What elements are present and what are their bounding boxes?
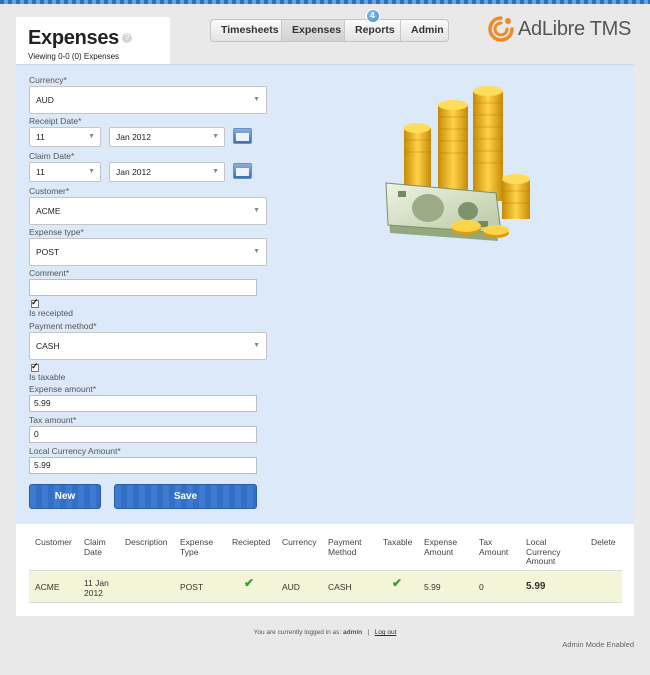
is-receipted-label: Is receipted <box>29 308 73 318</box>
chevron-down-icon: ▼ <box>88 133 95 140</box>
cell-expense-amount: 5.99 <box>424 582 441 592</box>
is-taxable-checkbox[interactable] <box>31 361 39 372</box>
expense-type-label: Expense type* <box>29 227 84 237</box>
chevron-down-icon: ▼ <box>212 168 219 175</box>
reports-count-badge: 4 <box>365 9 380 23</box>
cell-expense-type: POST <box>180 582 204 592</box>
receipt-month-value: Jan 2012 <box>116 132 151 142</box>
claim-calendar-icon[interactable] <box>233 163 252 179</box>
col-delete: Delete <box>591 537 616 547</box>
expense-type-select[interactable]: POST ▼ <box>29 238 267 266</box>
page-title: Expenses <box>28 27 119 49</box>
logout-link[interactable]: Log out <box>375 629 397 636</box>
logged-in-text: You are currently logged in as: <box>253 629 342 636</box>
table-row[interactable]: ACME 11 Jan 2012 POST ✔ AUD CASH ✔ 5.99 … <box>29 570 622 603</box>
customer-select[interactable]: ACME ▼ <box>29 197 267 225</box>
footer-separator: | <box>367 629 370 636</box>
col-tax-amount[interactable]: Tax Amount <box>479 537 513 557</box>
cell-claim-date: 11 Jan 2012 <box>84 578 109 598</box>
page-title-card: Expenses? Viewing 0-0 (0) Expenses <box>16 17 170 65</box>
col-expense-amount[interactable]: Expense Amount <box>424 537 464 557</box>
cell-tax-amount: 0 <box>479 582 484 592</box>
chevron-down-icon: ▼ <box>253 96 260 103</box>
col-description[interactable]: Description <box>125 537 168 548</box>
chevron-down-icon: ▼ <box>88 168 95 175</box>
expense-amount-input[interactable]: 5.99 <box>29 395 257 412</box>
col-taxable[interactable]: Taxable <box>383 537 412 548</box>
is-receipted-checkbox[interactable] <box>31 297 39 308</box>
claim-day-value: 11 <box>36 167 45 177</box>
help-icon[interactable]: ? <box>122 33 132 43</box>
col-claim-date[interactable]: Claim Date <box>84 537 124 557</box>
chevron-down-icon: ▼ <box>253 207 260 214</box>
col-expense-type[interactable]: Expense Type <box>180 537 220 557</box>
taxable-check-icon: ✔ <box>392 576 403 590</box>
logo-text: AdLibre TMS <box>518 18 631 41</box>
receipt-month-select[interactable]: Jan 2012 ▼ <box>109 127 225 147</box>
expenses-table: Customer Claim Date Description Expense … <box>16 524 634 616</box>
receipt-day-value: 11 <box>36 132 45 142</box>
tax-amount-label: Tax amount* <box>29 415 77 425</box>
col-local-amount[interactable]: Local Currency Amount <box>526 537 568 567</box>
payment-method-label: Payment method* <box>29 321 97 331</box>
tab-admin[interactable]: Admin <box>401 20 448 41</box>
receipted-check-icon: ✔ <box>244 576 255 590</box>
chevron-down-icon: ▼ <box>212 133 219 140</box>
claim-day-select[interactable]: 11 ▼ <box>29 162 101 182</box>
expense-form-panel: Currency* AUD ▼ Receipt Date* 11 ▼ Jan 2… <box>16 64 634 524</box>
logo: AdLibre TMS <box>487 15 631 43</box>
cell-customer: ACME <box>35 582 60 592</box>
tab-expenses[interactable]: Expenses <box>282 20 345 41</box>
currency-select[interactable]: AUD ▼ <box>29 86 267 114</box>
claim-date-row: 11 ▼ Jan 2012 ▼ <box>29 162 279 184</box>
viewing-count: Viewing 0-0 (0) Expenses <box>28 52 120 61</box>
receipt-calendar-icon[interactable] <box>233 128 252 144</box>
col-customer[interactable]: Customer <box>35 537 72 548</box>
comment-label: Comment* <box>29 268 70 278</box>
comment-input[interactable] <box>29 279 257 296</box>
payment-method-select[interactable]: CASH ▼ <box>29 332 267 360</box>
receipt-date-label: Receipt Date* <box>29 116 82 126</box>
chevron-down-icon: ▼ <box>253 342 260 349</box>
admin-mode-status: Admin Mode Enabled <box>562 640 634 649</box>
top-stripe <box>0 0 650 4</box>
col-currency[interactable]: Currency <box>282 537 316 548</box>
expense-form: Currency* AUD ▼ Receipt Date* 11 ▼ Jan 2… <box>29 75 279 474</box>
cell-payment-method: CASH <box>328 582 352 592</box>
customer-value: ACME <box>36 206 61 216</box>
receipt-day-select[interactable]: 11 ▼ <box>29 127 101 147</box>
chevron-down-icon: ▼ <box>253 248 260 255</box>
claim-month-value: Jan 2012 <box>116 167 151 177</box>
save-button[interactable]: Save <box>114 484 257 509</box>
is-taxable-label: Is taxable <box>29 372 66 382</box>
payment-method-value: CASH <box>36 341 60 351</box>
local-amount-label: Local Currency Amount* <box>29 446 121 456</box>
cell-currency: AUD <box>282 582 300 592</box>
cell-local-amount: 5.99 <box>526 581 546 592</box>
logged-in-user: admin <box>343 629 363 636</box>
customer-label: Customer* <box>29 186 70 196</box>
tax-amount-input[interactable]: 0 <box>29 426 257 443</box>
claim-date-label: Claim Date* <box>29 151 75 161</box>
currency-label: Currency* <box>29 75 67 85</box>
logo-product: TMS <box>589 17 632 40</box>
tab-reports-label: Reports <box>355 24 395 36</box>
expense-amount-label: Expense amount* <box>29 384 97 394</box>
new-button[interactable]: New <box>29 484 101 509</box>
logo-brand: AdLibre <box>518 17 585 40</box>
tab-reports[interactable]: Reports 4 <box>345 9 401 41</box>
col-reciepted[interactable]: Reciepted <box>232 537 270 548</box>
receipt-date-row: 11 ▼ Jan 2012 ▼ <box>29 127 279 149</box>
adlibre-logo-icon <box>488 16 514 42</box>
main-nav: Timesheets Expenses Reports 4 Admin <box>210 9 449 42</box>
money-illustration <box>385 86 530 241</box>
expense-type-value: POST <box>36 247 60 257</box>
tab-timesheets[interactable]: Timesheets <box>211 20 282 41</box>
local-amount-input[interactable]: 5.99 <box>29 457 257 474</box>
currency-value: AUD <box>36 95 54 105</box>
claim-month-select[interactable]: Jan 2012 ▼ <box>109 162 225 182</box>
col-payment-method[interactable]: Payment Method <box>328 537 368 557</box>
footer: You are currently logged in as: admin | … <box>0 629 650 636</box>
